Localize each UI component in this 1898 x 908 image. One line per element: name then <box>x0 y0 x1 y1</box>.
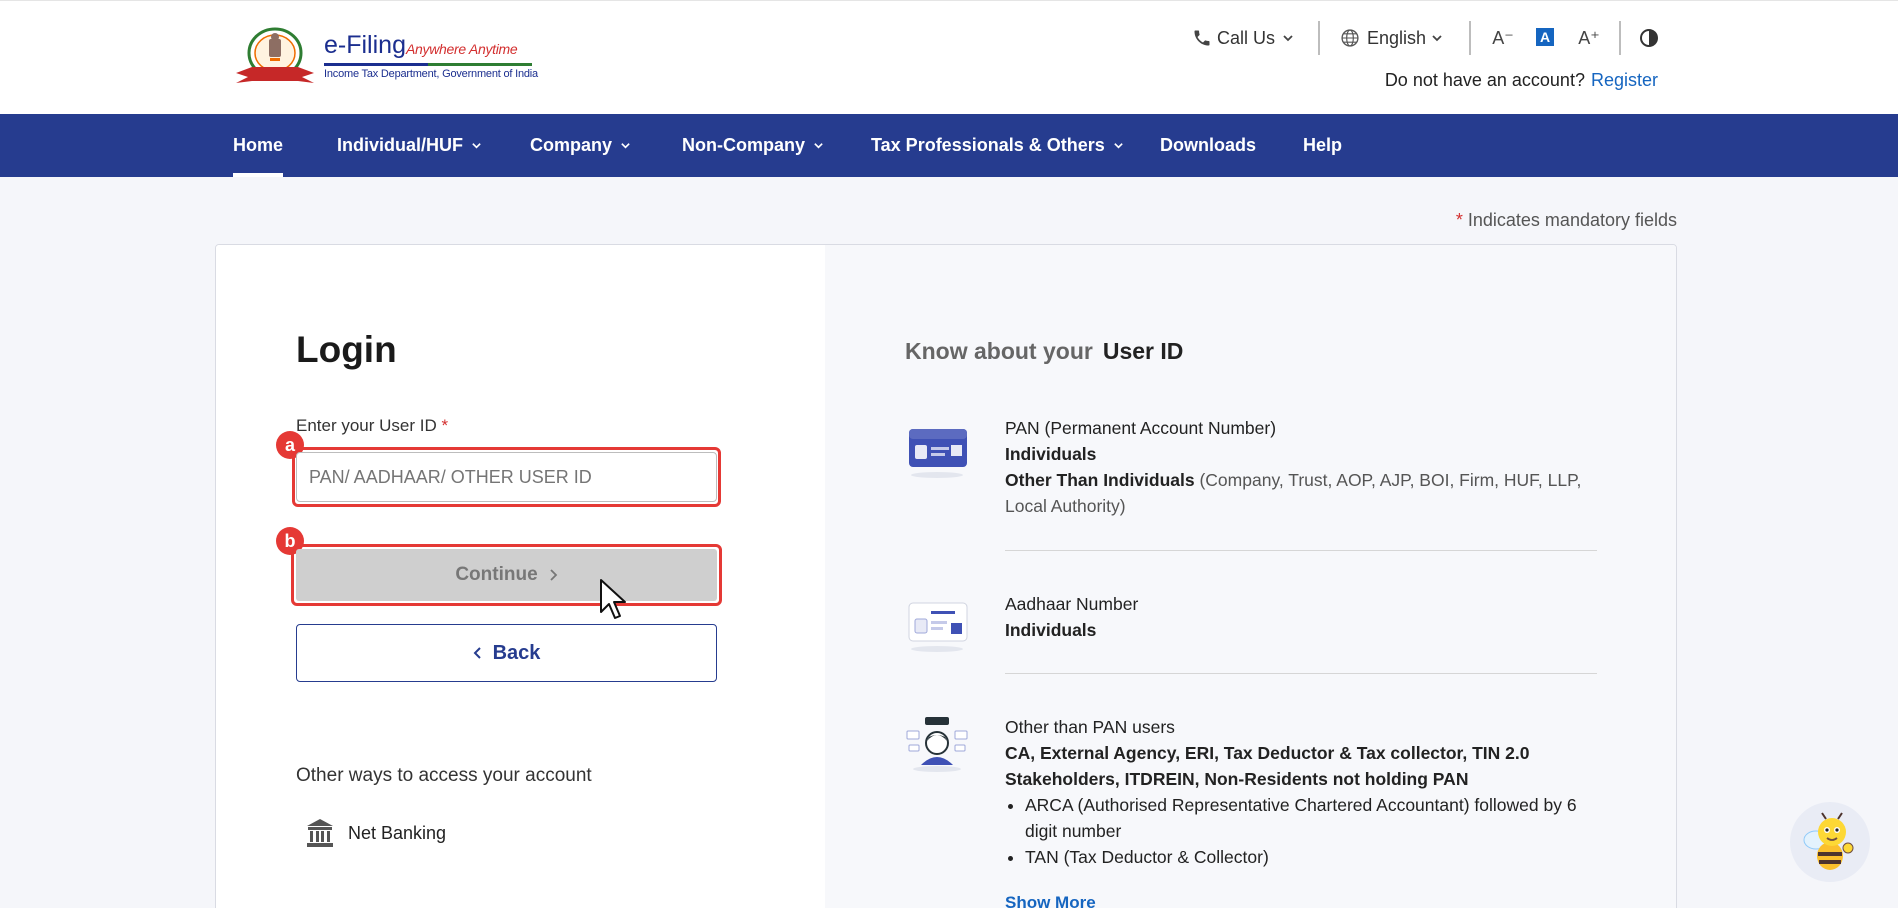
logo-title: e-Filing <box>324 31 406 59</box>
font-default-button[interactable]: A <box>1536 28 1554 46</box>
other-line1: Other than PAN users <box>1005 717 1175 737</box>
nav-downloads[interactable]: Downloads <box>1160 114 1256 177</box>
chevron-down-icon <box>1113 143 1123 149</box>
language-label: English <box>1367 27 1427 48</box>
chevron-down-icon <box>621 143 630 149</box>
user-id-label: Enter your User ID * <box>296 416 448 436</box>
call-us-label: Call Us <box>1217 27 1276 48</box>
other-users-info: Other than PAN users CA, External Agency… <box>1005 714 1605 870</box>
account-prompt: Do not have an account? Register <box>1385 70 1658 91</box>
call-us-dropdown[interactable]: Call Us <box>1192 23 1295 53</box>
pan-line1: PAN (Permanent Account Number) <box>1005 418 1277 438</box>
chevron-right-icon <box>550 569 557 581</box>
divider <box>1619 21 1621 55</box>
back-button[interactable]: Back <box>296 624 717 682</box>
other-ways-heading: Other ways to access your account <box>296 765 592 786</box>
chatbot-mascot-button[interactable] <box>1790 802 1870 882</box>
mouse-cursor-icon <box>600 579 626 619</box>
nav-help-label: Help <box>1303 135 1343 155</box>
mandatory-text: Indicates mandatory fields <box>1467 210 1677 230</box>
efiling-logo[interactable]: e-Filing Anywhere Anytime Income Tax Dep… <box>232 27 538 91</box>
chevron-down-icon <box>1283 35 1293 42</box>
contrast-icon <box>1640 29 1658 47</box>
net-banking-label: Net Banking <box>348 822 447 843</box>
nav-help[interactable]: Help <box>1303 114 1342 177</box>
nav-downloads-label: Downloads <box>1160 135 1257 155</box>
user-id-info-pane: Know about your User ID PAN (Permanent Ac… <box>825 245 1676 908</box>
nav-tax-professionals[interactable]: Tax Professionals & Others <box>871 114 1124 177</box>
nav-home-label: Home <box>233 135 284 155</box>
nav-company[interactable]: Company <box>530 114 631 177</box>
main-nav: Home Individual/HUF Company Non-Company … <box>0 114 1898 177</box>
user-id-label-text: Enter your User ID <box>296 416 437 435</box>
aadhaar-line2-text: Individuals <box>1005 620 1097 640</box>
other-user-list: ARCA (Authorised Representative Chartere… <box>1025 792 1605 870</box>
chevron-left-icon <box>473 647 481 659</box>
logo-tagline: Anywhere Anytime <box>406 41 518 57</box>
login-card: Login Enter your User ID * a b Continue … <box>215 244 1677 908</box>
other-line2: CA, External Agency, ERI, Tax Deductor &… <box>1005 740 1605 792</box>
aadhaar-line1: Aadhaar Number <box>1005 594 1139 614</box>
pan-line3: Other Than Individuals (Company, Trust, … <box>1005 467 1605 519</box>
divider <box>1469 21 1471 55</box>
nav-individual-huf[interactable]: Individual/HUF <box>337 114 482 177</box>
globe-icon <box>1341 29 1359 47</box>
chevron-down-icon <box>1432 35 1442 42</box>
mandatory-note: * Indicates mandatory fields <box>1456 210 1677 231</box>
user-id-input[interactable] <box>296 452 717 502</box>
know-user-id-title: Know about your User ID <box>905 338 1183 365</box>
phone-icon <box>1194 30 1210 46</box>
pan-info: PAN (Permanent Account Number) Individua… <box>1005 415 1605 519</box>
chevron-down-icon <box>814 143 823 149</box>
nav-home[interactable]: Home <box>233 114 284 177</box>
continue-label: Continue <box>455 564 538 585</box>
show-more-link[interactable]: Show More <box>1005 893 1096 908</box>
logo-subtitle: Income Tax Department, Government of Ind… <box>324 68 538 80</box>
divider <box>1318 21 1320 55</box>
bee-mascot-icon <box>1803 812 1854 870</box>
nav-non-company[interactable]: Non-Company <box>682 114 824 177</box>
divider <box>1005 550 1597 551</box>
font-decrease-button[interactable]: A⁻ <box>1490 25 1516 51</box>
chevron-down-icon <box>472 143 481 149</box>
aadhaar-card-icon <box>908 602 968 652</box>
font-increase-button[interactable]: A⁺ <box>1576 25 1602 51</box>
nav-tax-professionals-label: Tax Professionals & Others <box>871 135 1105 155</box>
pan-line2-text: Individuals <box>1005 444 1097 464</box>
no-account-text: Do not have an account? <box>1384 70 1585 90</box>
net-banking-option[interactable]: Net Banking <box>306 817 446 849</box>
aadhaar-info: Aadhaar Number Individuals <box>1005 591 1605 643</box>
logo-underline <box>324 63 532 66</box>
page-title: Login <box>296 329 397 370</box>
back-label: Back <box>492 641 541 664</box>
pan-line3-bold: Other Than Individuals <box>1005 470 1195 490</box>
list-item: TAN (Tax Deductor & Collector) <box>1025 844 1605 870</box>
required-star: * <box>441 416 449 435</box>
continue-button[interactable]: Continue <box>296 549 717 601</box>
language-dropdown[interactable]: English <box>1340 23 1444 53</box>
nav-non-company-label: Non-Company <box>682 135 805 155</box>
required-star: * <box>1455 210 1463 230</box>
know-title-prefix: Know about your <box>905 338 1093 364</box>
top-header: e-Filing Anywhere Anytime Income Tax Dep… <box>0 0 1898 114</box>
register-link[interactable]: Register <box>1591 70 1658 90</box>
aadhaar-line2: Individuals <box>1005 617 1605 643</box>
contrast-toggle[interactable] <box>1636 25 1662 51</box>
pan-card-icon <box>909 429 967 478</box>
nav-individual-huf-label: Individual/HUF <box>337 135 463 155</box>
nav-company-label: Company <box>530 135 613 155</box>
list-item: ARCA (Authorised Representative Chartere… <box>1025 792 1605 844</box>
pan-line2: Individuals <box>1005 441 1605 467</box>
other-users-icon <box>906 717 968 772</box>
divider <box>1005 673 1597 674</box>
other-line2-text: CA, External Agency, ERI, Tax Deductor &… <box>1005 743 1530 789</box>
know-title-strong: User ID <box>1102 338 1184 364</box>
bank-icon <box>307 819 333 847</box>
emblem-icon <box>236 27 314 83</box>
login-pane: Login Enter your User ID * a b Continue … <box>216 245 825 908</box>
